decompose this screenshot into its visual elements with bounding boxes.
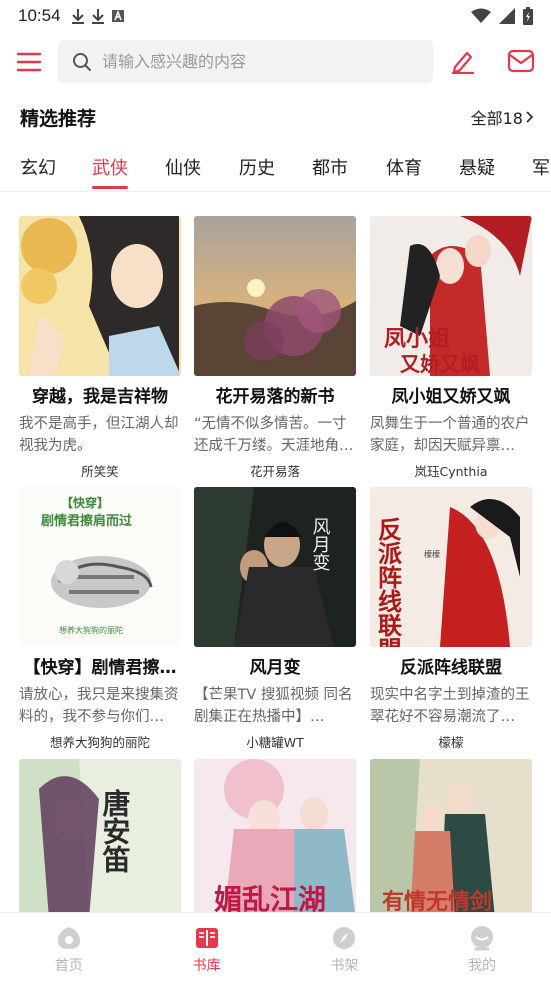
edit-button[interactable]: [448, 46, 478, 76]
tab-lishi[interactable]: 历史: [239, 154, 275, 180]
book-cover: 有情无情剑: [370, 759, 532, 916]
nav-profile-label: 我的: [468, 958, 497, 974]
keyboard-badge-icon: [111, 9, 124, 22]
section-title: 精选推荐: [20, 108, 97, 130]
book-card[interactable]: 【快穿】 剧情君擦肩而过 想养大狗狗的丽陀 【快穿】剧情君擦… 请放心，我只是来…: [19, 487, 181, 751]
book-title: 花开易落的新书: [215, 387, 335, 407]
top-bar: [0, 40, 551, 84]
book-title: 穿越，我是吉祥物: [32, 387, 168, 407]
svg-text:剧情君擦肩而过: 剧情君擦肩而过: [41, 513, 132, 529]
active-tab-indicator: [92, 186, 128, 189]
book-author: 岚珏Cynthia: [414, 464, 488, 479]
book-card[interactable]: 风月变 风月变 【芒果TV 搜狐视频 同名剧集正在热播中】… 小糖罐WT: [194, 487, 356, 751]
tab-xianxia[interactable]: 仙侠: [165, 154, 201, 180]
book-title: 反派阵线联盟: [400, 658, 502, 678]
wifi-icon: [471, 8, 491, 23]
book-card[interactable]: 媚乱江湖: [194, 759, 356, 916]
book-grid: 穿越，我是吉祥物 我不是高手，但江湖人却视我为虎。 所笑笑 花开易落的新书 “无…: [0, 216, 551, 916]
chevron-right-icon: [526, 111, 534, 123]
hamburger-icon: [17, 52, 41, 72]
book-author: 想养大狗狗的丽陀: [49, 735, 150, 750]
svg-text:【快穿】: 【快穿】: [61, 495, 109, 510]
tab-wuxia[interactable]: 武侠: [92, 154, 128, 180]
book-cover: [19, 216, 181, 376]
nav-profile[interactable]: 我的: [413, 913, 551, 981]
book-author: 檬檬: [438, 735, 464, 750]
tab-dushi[interactable]: 都市: [312, 154, 348, 180]
book-card[interactable]: 穿越，我是吉祥物 我不是高手，但江湖人却视我为虎。 所笑笑: [19, 216, 181, 480]
svg-text:反派阵线联盟: 反派阵线联盟: [374, 517, 403, 647]
book-description: 凤舞生于一个普通的农户家庭，却因天赋异禀…: [370, 416, 530, 454]
book-cover: [194, 216, 356, 376]
status-bar: 10:54: [0, 0, 551, 32]
book-title: 凤小姐又娇又飒: [391, 387, 511, 407]
pen-icon: [452, 51, 474, 74]
book-author: 花开易落: [249, 464, 300, 479]
library-icon: [195, 928, 218, 948]
home-icon: [57, 927, 80, 949]
nav-home[interactable]: 首页: [0, 913, 138, 981]
book-description: “无情不似多情苦。一寸还成千万缕。天涯地角…: [194, 416, 354, 454]
view-all-link[interactable]: 全部18: [471, 105, 535, 129]
book-card[interactable]: 反派阵线联盟 檬檬 反派阵线联盟 现实中名字土到掉渣的王翠花好不容易潮流了… 檬…: [370, 487, 532, 751]
battery-icon: [523, 7, 533, 25]
tab-xuanhuan[interactable]: 玄幻: [20, 154, 56, 180]
search-input[interactable]: [102, 52, 402, 71]
book-description: 现实中名字土到掉渣的王翠花好不容易潮流了…: [370, 687, 530, 725]
svg-text:又娇又飒: 又娇又飒: [400, 352, 480, 376]
book-description: 【芒果TV 搜狐视频 同名剧集正在热播中】…: [194, 687, 353, 725]
download-icon: [71, 9, 84, 24]
book-cover: 唐安笛: [19, 759, 181, 916]
view-all-label: 全部18: [470, 109, 523, 128]
tab-tiyu[interactable]: 体育: [386, 154, 422, 180]
nav-library-label: 书库: [192, 958, 221, 974]
compass-icon: [333, 927, 356, 949]
book-card[interactable]: 凤小姐 又娇又飒 凤小姐又娇又飒 凤舞生于一个普通的农户家庭，却因天赋异禀… 岚…: [370, 216, 532, 480]
book-cover: 媚乱江湖: [194, 759, 356, 916]
svg-text:想养大狗狗的丽陀: 想养大狗狗的丽陀: [59, 625, 123, 635]
book-title: 风月变: [249, 658, 301, 678]
tab-xuanyi[interactable]: 悬疑: [459, 154, 495, 180]
book-cover: 凤小姐 又娇又飒: [370, 216, 532, 376]
book-author: 小糖罐WT: [246, 735, 304, 750]
profile-icon: [471, 926, 494, 951]
signal-icon: [499, 8, 515, 24]
book-card[interactable]: 花开易落的新书 “无情不似多情苦。一寸还成千万缕。天涯地角… 花开易落: [194, 216, 356, 480]
status-time: 10:54: [18, 6, 61, 25]
book-cover: 【快穿】 剧情君擦肩而过 想养大狗狗的丽陀: [19, 487, 181, 647]
mail-icon: [507, 49, 535, 73]
book-cover: 反派阵线联盟 檬檬: [370, 487, 532, 647]
svg-text:凤小姐: 凤小姐: [384, 326, 450, 352]
tab-jun[interactable]: 军: [532, 154, 550, 180]
category-tabs: 玄幻 武侠 仙侠 历史 都市 体育 悬疑 军: [0, 148, 551, 192]
featured-section-header: 精选推荐 全部18: [0, 100, 551, 132]
search-box[interactable]: [58, 40, 433, 83]
svg-text:檬檬: 檬檬: [424, 549, 440, 559]
message-button[interactable]: [506, 46, 536, 76]
search-icon: [73, 52, 91, 71]
download-icon: [91, 9, 104, 24]
svg-text:风月变: 风月变: [310, 517, 331, 571]
nav-home-label: 首页: [54, 958, 83, 974]
bottom-nav: 首页 书库 书架 我的: [0, 912, 551, 981]
nav-library[interactable]: 书库: [138, 913, 276, 981]
book-author: 所笑笑: [81, 464, 119, 479]
book-description: 请放心，我只是来搜集资料的，我不参与你们…: [19, 687, 179, 725]
nav-bookshelf-label: 书架: [330, 958, 359, 974]
menu-button[interactable]: [14, 48, 44, 76]
book-card[interactable]: 唐安笛: [19, 759, 181, 916]
book-description: 我不是高手，但江湖人却视我为虎。: [19, 416, 179, 454]
book-cover: 风月变: [194, 487, 356, 647]
book-title: 【快穿】剧情君擦…: [23, 658, 177, 678]
svg-text:唐安笛: 唐安笛: [99, 788, 132, 873]
nav-bookshelf[interactable]: 书架: [276, 913, 414, 981]
book-card[interactable]: 有情无情剑: [370, 759, 532, 916]
